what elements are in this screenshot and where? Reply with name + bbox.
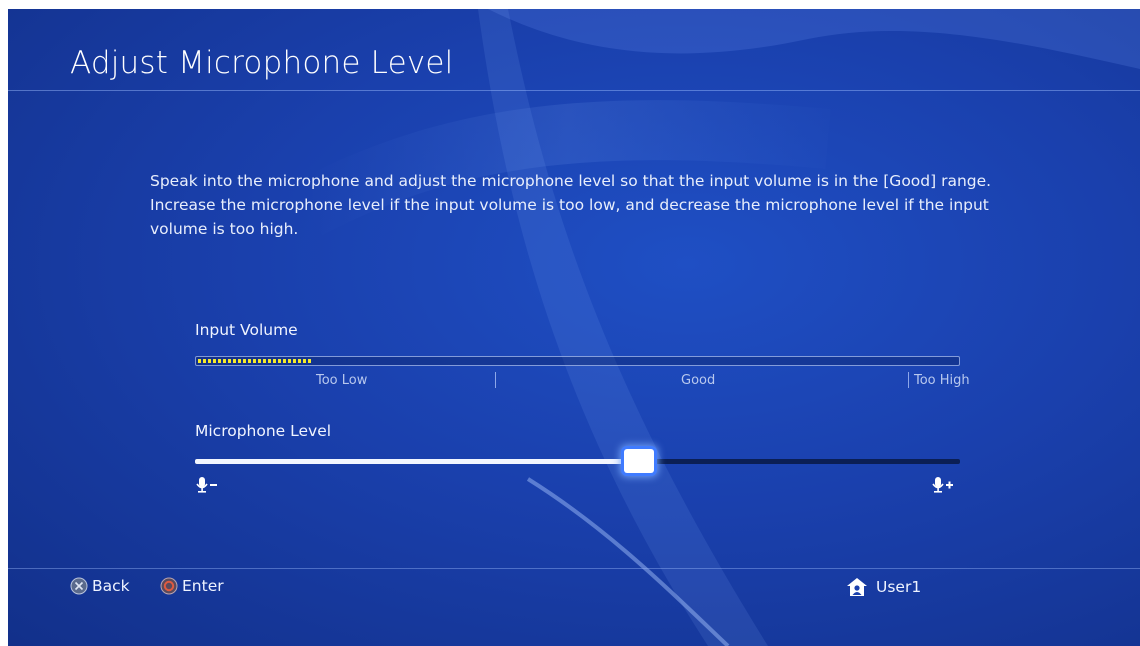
range-too-low-label: Too Low — [316, 373, 368, 388]
enter-label: Enter — [182, 577, 224, 595]
user-indicator: User1 — [846, 577, 921, 597]
microphone-level-slider[interactable] — [195, 449, 960, 473]
home-icon — [847, 578, 867, 596]
enter-button[interactable]: Enter — [160, 577, 224, 595]
range-divider — [908, 372, 909, 388]
circle-button-icon — [160, 577, 178, 595]
footer-divider — [8, 568, 1140, 569]
mic-minus-icon — [195, 476, 219, 498]
input-volume-meter — [195, 356, 960, 366]
page-title: Adjust Microphone Level — [70, 45, 454, 81]
cross-button-icon — [70, 577, 88, 595]
slider-fill — [195, 459, 639, 464]
range-divider — [495, 372, 496, 388]
user-name: User1 — [876, 578, 922, 596]
instruction-line-1: Speak into the microphone and adjust the… — [150, 172, 992, 190]
microphone-level-label: Microphone Level — [195, 422, 332, 440]
settings-screen: Adjust Microphone Level Speak into the m… — [8, 9, 1140, 646]
range-too-high-label: Too High — [914, 373, 970, 388]
background-wave — [293, 9, 1140, 646]
back-button[interactable]: Back — [70, 577, 130, 595]
instructions: Speak into the microphone and adjust the… — [150, 169, 1020, 241]
range-good-label: Good — [681, 373, 716, 388]
mic-plus-icon — [931, 476, 955, 498]
instruction-line-2: Increase the microphone level if the inp… — [150, 196, 989, 238]
input-volume-fill — [198, 359, 312, 363]
input-volume-label: Input Volume — [195, 321, 298, 339]
slider-thumb[interactable] — [624, 449, 654, 473]
title-divider — [8, 90, 1140, 91]
back-label: Back — [92, 577, 130, 595]
